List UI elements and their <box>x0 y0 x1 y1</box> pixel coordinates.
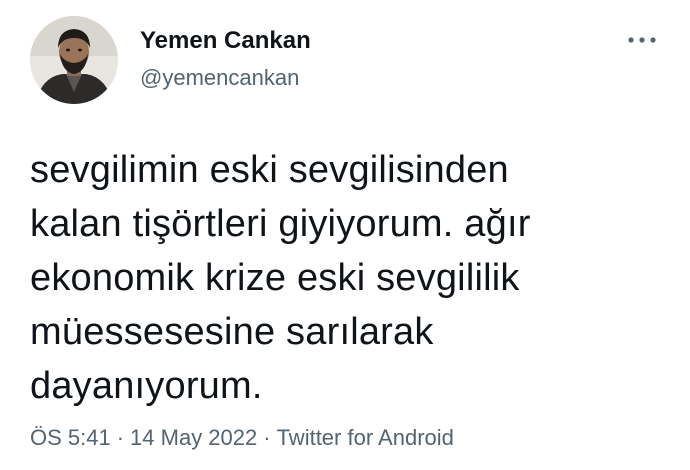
tweet-date[interactable]: 14 May 2022 <box>130 425 257 450</box>
tweet-time[interactable]: ÖS 5:41 <box>30 425 111 450</box>
meta-separator: · <box>263 425 271 450</box>
more-options-button[interactable] <box>624 28 660 52</box>
meta-separator: · <box>116 425 125 450</box>
tweet-text: sevgilimin eski sevgilisinden kalan tişö… <box>30 149 531 407</box>
tweet-meta: ÖS 5:41 · 14 May 2022 · Twitter for Android <box>30 424 454 452</box>
author-handle[interactable]: @yemencankan <box>140 64 299 92</box>
tweet-source[interactable]: Twitter for Android <box>277 425 454 450</box>
more-horizontal-icon <box>628 37 656 43</box>
profile-photo <box>30 16 118 104</box>
avatar[interactable] <box>30 16 118 104</box>
author-display-name[interactable]: Yemen Cankan <box>140 26 311 56</box>
